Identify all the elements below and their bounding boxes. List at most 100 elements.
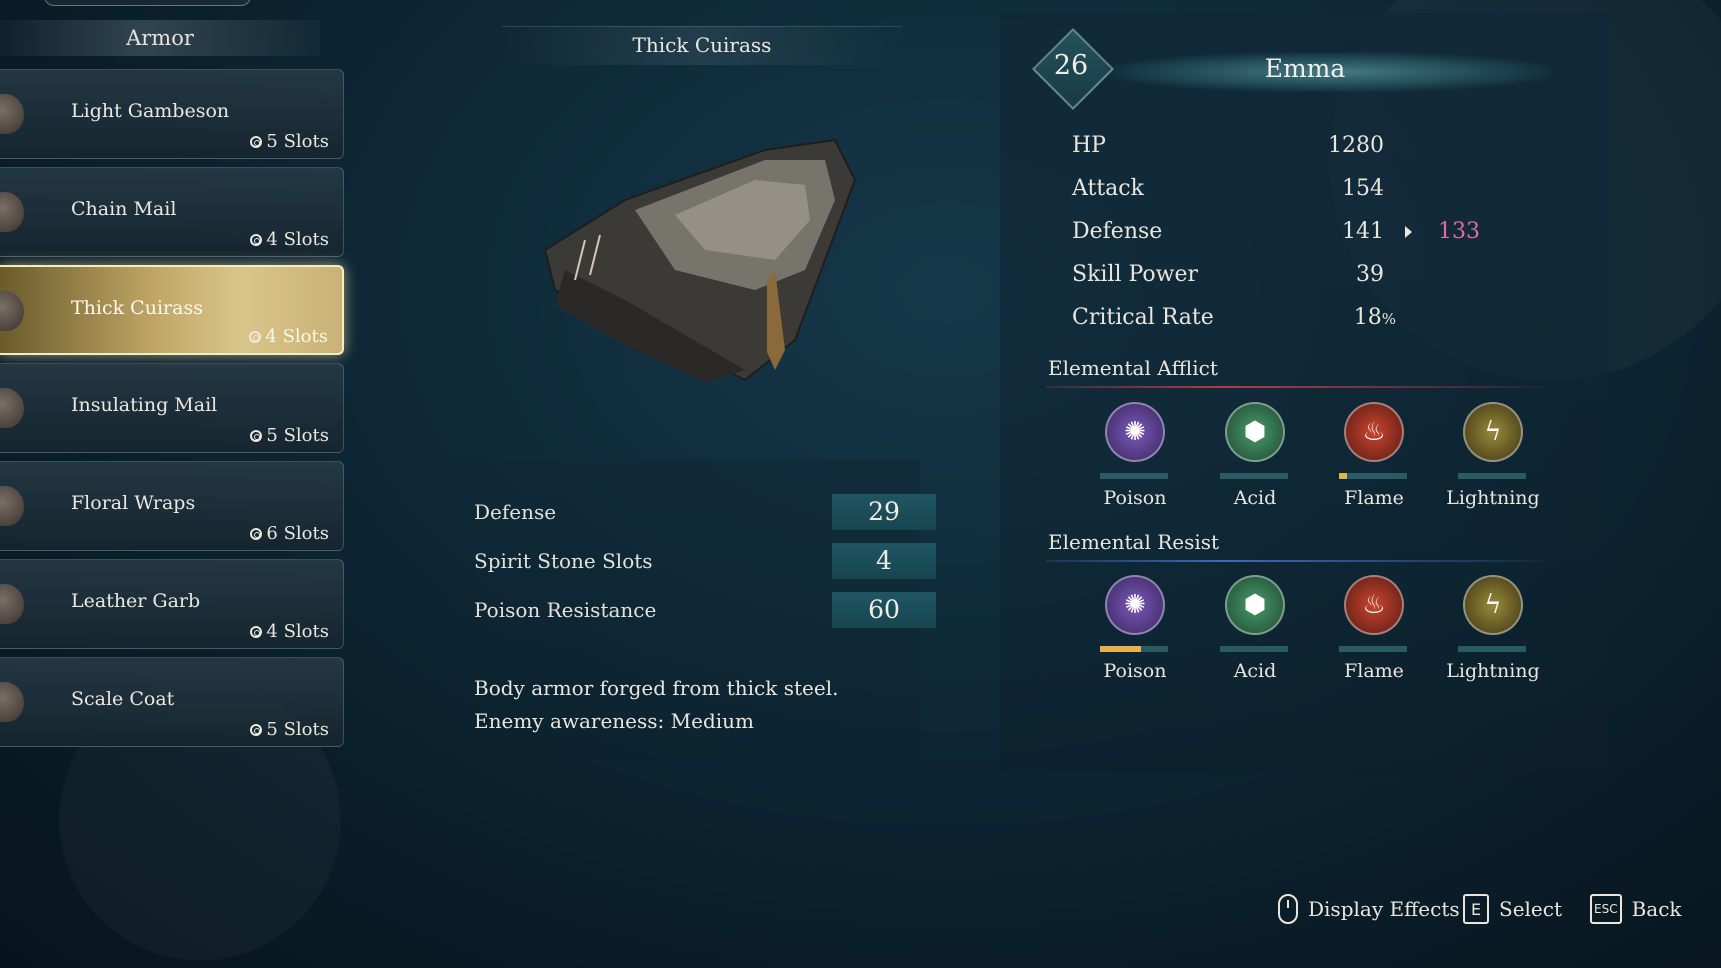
armor-name: Floral Wraps: [71, 492, 196, 514]
display-effects-hint[interactable]: Display Effects: [1278, 894, 1460, 924]
character-stat-critical-rate: Critical Rate 18%: [1072, 305, 1492, 341]
slot-icon: [250, 723, 263, 736]
armor-item-floral-wraps[interactable]: Floral Wraps 6 Slots: [0, 461, 344, 551]
arrow-right-icon: [1405, 226, 1412, 238]
afflict-label: Lightning: [1446, 487, 1540, 509]
stat-unit: %: [1381, 310, 1396, 328]
stat-new-value: 133: [1438, 219, 1480, 244]
armor-thumbnail: [0, 388, 24, 428]
character-name: Emma: [1264, 54, 1346, 83]
e-key-icon: E: [1463, 894, 1489, 924]
resist-bar: [1100, 646, 1168, 652]
item-stat-label: Defense: [474, 500, 557, 524]
armor-slots: 4 Slots: [250, 621, 329, 642]
afflict-bar-fill: [1339, 473, 1348, 479]
slots-text: 5 Slots: [266, 425, 329, 446]
acid-icon: ⬢: [1225, 575, 1285, 635]
slot-icon: [250, 429, 263, 442]
armor-slots: 5 Slots: [250, 719, 329, 740]
lightning-icon: ϟ: [1463, 402, 1523, 462]
slot-icon: [250, 233, 263, 246]
select-label: Select: [1499, 897, 1563, 921]
slots-text: 6 Slots: [266, 523, 329, 544]
armor-item-thick-cuirass[interactable]: Thick Cuirass 4 Slots: [0, 265, 344, 355]
poison-icon: ✺: [1105, 402, 1165, 462]
stat-label: HP: [1072, 133, 1106, 158]
slot-icon: [250, 135, 263, 148]
resist-bar: [1339, 646, 1407, 652]
afflict-label: Flame: [1344, 487, 1404, 509]
stat-value: 1280: [1328, 133, 1384, 158]
armor-thumbnail: [0, 682, 24, 722]
stat-label: Critical Rate: [1072, 305, 1214, 330]
item-stat-value: 60: [832, 592, 936, 628]
afflict-bar: [1458, 473, 1526, 479]
resist-label: Poison: [1103, 660, 1167, 682]
armor-name: Scale Coat: [71, 688, 175, 710]
armor-item-light-gambeson[interactable]: Light Gambeson 5 Slots: [0, 69, 344, 159]
item-stat-row: Spirit Stone Slots 4: [474, 543, 936, 581]
slot-icon: [250, 527, 263, 540]
armor-item-scale-coat[interactable]: Scale Coat 5 Slots: [0, 657, 344, 747]
armor-slots: 6 Slots: [250, 523, 329, 544]
armor-slots: 5 Slots: [250, 425, 329, 446]
slot-icon: [250, 625, 263, 638]
back-label: Back: [1631, 897, 1682, 921]
description-line: Body armor forged from thick steel.: [474, 676, 839, 700]
armor-list: Light Gambeson 5 Slots Chain Mail 4 Slot…: [0, 69, 344, 755]
afflict-poison[interactable]: ✺ Poison: [1080, 402, 1190, 522]
afflict-flame[interactable]: ♨ Flame: [1319, 402, 1429, 522]
poison-icon: ✺: [1105, 575, 1165, 635]
resist-flame[interactable]: ♨ Flame: [1319, 575, 1429, 695]
slot-icon: [249, 330, 262, 343]
resist-bar: [1220, 646, 1288, 652]
slots-text: 4 Slots: [266, 621, 329, 642]
list-header: Armor: [0, 20, 320, 56]
armor-slots: 4 Slots: [250, 229, 329, 250]
afflict-bar: [1339, 473, 1407, 479]
afflict-title: Elemental Afflict: [1048, 356, 1218, 380]
flame-icon: ♨: [1344, 402, 1404, 462]
armor-thumbnail: [0, 94, 24, 134]
stat-label: Skill Power: [1072, 262, 1199, 287]
character-stat-skill-power: Skill Power 39: [1072, 262, 1492, 298]
armor-name: Leather Garb: [71, 590, 201, 612]
armor-name: Chain Mail: [71, 198, 177, 220]
resist-bar-fill: [1100, 646, 1141, 652]
armor-item-leather-garb[interactable]: Leather Garb 4 Slots: [0, 559, 344, 649]
stat-number: 18: [1353, 305, 1382, 330]
resist-label: Flame: [1344, 660, 1404, 682]
resist-lightning[interactable]: ϟ Lightning: [1438, 575, 1548, 695]
resist-title: Elemental Resist: [1048, 530, 1220, 554]
armor-thumbnail: [0, 486, 24, 526]
afflict-label: Poison: [1103, 487, 1167, 509]
afflict-lightning[interactable]: ϟ Lightning: [1438, 402, 1548, 522]
flame-icon: ♨: [1344, 575, 1404, 635]
item-stat-label: Spirit Stone Slots: [474, 549, 653, 573]
armor-slots: 5 Slots: [250, 131, 329, 152]
slots-text: 5 Slots: [266, 131, 329, 152]
resist-poison[interactable]: ✺ Poison: [1080, 575, 1190, 695]
armor-item-chain-mail[interactable]: Chain Mail 4 Slots: [0, 167, 344, 257]
esc-key-icon: ESC: [1590, 894, 1622, 924]
armor-item-insulating-mail[interactable]: Insulating Mail 5 Slots: [0, 363, 344, 453]
armor-thumbnail: [0, 584, 24, 624]
item-stat-row: Defense 29: [474, 494, 936, 532]
afflict-group: ✺ Poison ⬢ Acid ♨ Flame ϟ Lightning: [1080, 402, 1580, 522]
resist-divider: [1046, 560, 1556, 562]
armor-name: Light Gambeson: [71, 100, 230, 122]
character-stat-attack: Attack 154: [1072, 176, 1492, 212]
item-stat-row: Poison Resistance 60: [474, 592, 936, 630]
mouse-icon: [1278, 894, 1298, 924]
category-tab[interactable]: [44, 0, 251, 6]
stat-value: 154: [1342, 176, 1384, 201]
resist-label: Acid: [1233, 660, 1277, 682]
stat-value: 39: [1356, 262, 1384, 287]
afflict-acid[interactable]: ⬢ Acid: [1200, 402, 1310, 522]
back-hint[interactable]: ESC Back: [1590, 894, 1682, 924]
lightning-icon: ϟ: [1463, 575, 1523, 635]
armor-thumbnail: [0, 192, 24, 232]
resist-acid[interactable]: ⬢ Acid: [1200, 575, 1310, 695]
item-stat-label: Poison Resistance: [474, 598, 657, 622]
select-hint[interactable]: E Select: [1463, 894, 1562, 924]
